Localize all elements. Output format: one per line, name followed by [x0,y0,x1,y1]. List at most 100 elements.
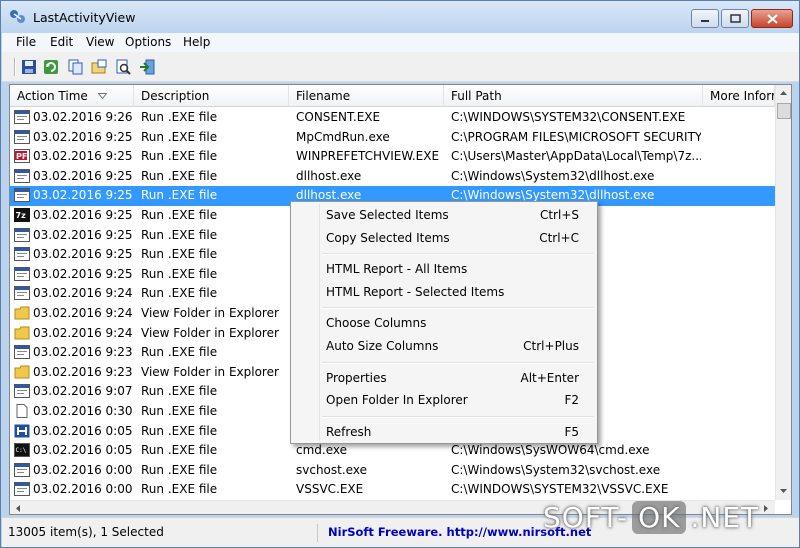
table-row[interactable]: 03.02.2016 9:25:11 Run .EXE file MpCmdRun.… [10,128,775,148]
minimize-icon [701,19,709,22]
context-menu-item-choose-columns[interactable]: Choose Columns [293,312,595,334]
context-menu-item-label: HTML Report - Selected Items [326,284,505,299]
context-menu-item-refresh[interactable]: Refresh F5 [293,421,595,443]
toolbar-separator [14,58,16,76]
cell-description: Run .EXE file [141,110,218,124]
console-icon: C:\ [14,443,30,458]
context-menu-item-save-selected-items[interactable]: Save Selected Items Ctrl+S [293,204,595,226]
cell-description: Run .EXE file [141,129,218,144]
table-row[interactable]: PF 03.02.2016 9:25:11 Run .EXE file WINPREF… [10,147,775,167]
list-header: Action Time Description Filename Full Pa… [10,85,775,107]
context-menu-item-label: HTML Report - All Items [326,262,468,277]
column-header-full-path[interactable]: Full Path [444,85,703,107]
table-row[interactable]: 03.02.2016 9:26:49 Run .EXE file CONSENT.E… [10,108,775,128]
folder-icon [14,365,30,379]
find-icon[interactable] [114,58,134,76]
title-bar[interactable]: LastActivityView [1,1,799,33]
context-menu-item-label: Copy Selected Items [326,230,450,245]
cell-action-time: 03.02.2016 0:05:00 [33,423,133,438]
status-item-count: 13005 item(s), 1 Selected [8,524,318,542]
save-icon[interactable] [20,58,40,76]
cell-description: Run .EXE file [141,266,218,281]
cell-action-time: 03.02.2016 0:00:00 [33,462,133,477]
pf-icon: PF [14,149,30,164]
window-title: LastActivityView [33,10,136,25]
close-button[interactable] [751,9,793,28]
cell-full-path: C:\Windows\SysWOW64\cmd.exe [451,443,650,458]
exe-window-icon [14,129,30,144]
cell-action-time: 03.02.2016 9:26:49 [33,110,133,124]
scroll-up-icon[interactable] [776,85,791,100]
context-menu-item-html-report-selected-items[interactable]: HTML Report - Selected Items [293,281,595,303]
cell-description: Run .EXE file [141,149,218,164]
context-menu-item-properties[interactable]: Properties Alt+Enter [293,367,595,389]
scroll-left-icon[interactable] [10,501,25,514]
heidelberg-icon [14,424,30,438]
cell-description: Run .EXE file [141,286,218,301]
cell-filename: cmd.exe [296,443,348,458]
cell-filename: dllhost.exe [296,168,362,183]
cell-full-path: C:\WINDOWS\SYSTEM32\CONSENT.EXE [451,110,686,124]
cell-action-time: 03.02.2016 9:25:00 [33,208,133,222]
column-header-action-time[interactable]: Action Time [10,85,134,107]
menu-view[interactable]: View [86,35,114,49]
context-menu-item-label: Properties [326,370,387,385]
cell-action-time: 03.02.2016 9:25:11 [33,149,133,164]
cell-action-time: 03.02.2016 9:23:59 [33,364,133,379]
menu-options[interactable]: Options [125,35,171,49]
table-row[interactable]: 03.02.2016 0:00:00 Run .EXE file svchost.e… [10,461,775,481]
table-row[interactable]: 03.02.2016 9:25:11 Run .EXE file dllhost.e… [10,167,775,187]
context-menu-item-label: Open Folder In Explorer [326,393,468,408]
column-header-more-information[interactable]: More Inforr [703,85,775,107]
properties-icon[interactable] [90,58,110,76]
cell-action-time: 03.02.2016 9:25:05 [33,188,133,203]
context-menu-item-label: Choose Columns [326,316,427,331]
column-header-description[interactable]: Description [134,85,289,107]
cell-action-time: 03.02.2016 0:00:00 [33,482,133,497]
app-window: LastActivityView File Edit View Options … [0,0,800,548]
toolbar [2,52,799,82]
vertical-scrollbar[interactable] [775,85,791,500]
context-menu-item-html-report-all-items[interactable]: HTML Report - All Items [293,258,595,280]
cell-description: Run .EXE file [141,384,218,399]
exe-window-icon [14,110,30,124]
cell-action-time: 03.02.2016 9:25:00 [33,247,133,262]
maximize-button[interactable] [721,9,749,28]
exe-window-icon [14,188,30,203]
minimize-button[interactable] [691,9,719,28]
folder-icon [14,306,30,320]
cell-filename: svchost.exe [296,462,367,477]
cell-description: Run .EXE file [141,345,218,360]
7zip-icon: 7z [14,208,30,222]
table-row[interactable]: C:\ 03.02.2016 0:05:00 Run .EXE file cmd.ex… [10,441,775,461]
watermark: SOFT- OK .NET [543,495,793,539]
copy-icon[interactable] [66,58,86,76]
watermark-right: .NET [690,500,760,534]
cell-description: Run .EXE file [141,247,218,262]
cell-filename: MpCmdRun.exe [296,129,390,144]
blank-file-icon [14,404,30,418]
menu-help[interactable]: Help [183,35,210,49]
context-menu-separator [322,415,593,418]
cell-description: Run .EXE file [141,423,218,438]
exit-icon[interactable] [138,58,158,76]
context-menu-item-shortcut: Ctrl+S [539,208,579,222]
vertical-scroll-thumb[interactable] [777,103,791,119]
cell-action-time: 03.02.2016 0:30:00 [33,404,133,418]
context-menu-item-open-folder-in-explorer[interactable]: Open Folder In Explorer F2 [293,389,595,411]
context-menu-item-shortcut: Ctrl+Plus [523,339,579,353]
context-menu-item-copy-selected-items[interactable]: Copy Selected Items Ctrl+C [293,227,595,249]
cell-action-time: 03.02.2016 9:23:59 [33,345,133,360]
cell-action-time: 03.02.2016 9:25:00 [33,266,133,281]
cell-filename: CONSENT.EXE [296,110,381,124]
menu-edit[interactable]: Edit [50,35,73,49]
refresh-icon[interactable] [42,58,62,76]
column-header-filename[interactable]: Filename [289,85,444,107]
cell-action-time: 03.02.2016 9:25:00 [33,227,133,242]
context-menu-item-shortcut: Ctrl+C [539,230,579,245]
cell-full-path: C:\Windows\System32\dllhost.exe [451,168,655,183]
cell-description: Run .EXE file [141,208,218,222]
cell-action-time: 03.02.2016 9:24:00 [33,306,133,320]
menu-file[interactable]: File [16,35,36,49]
context-menu-item-auto-size-columns[interactable]: Auto Size Columns Ctrl+Plus [293,335,595,357]
